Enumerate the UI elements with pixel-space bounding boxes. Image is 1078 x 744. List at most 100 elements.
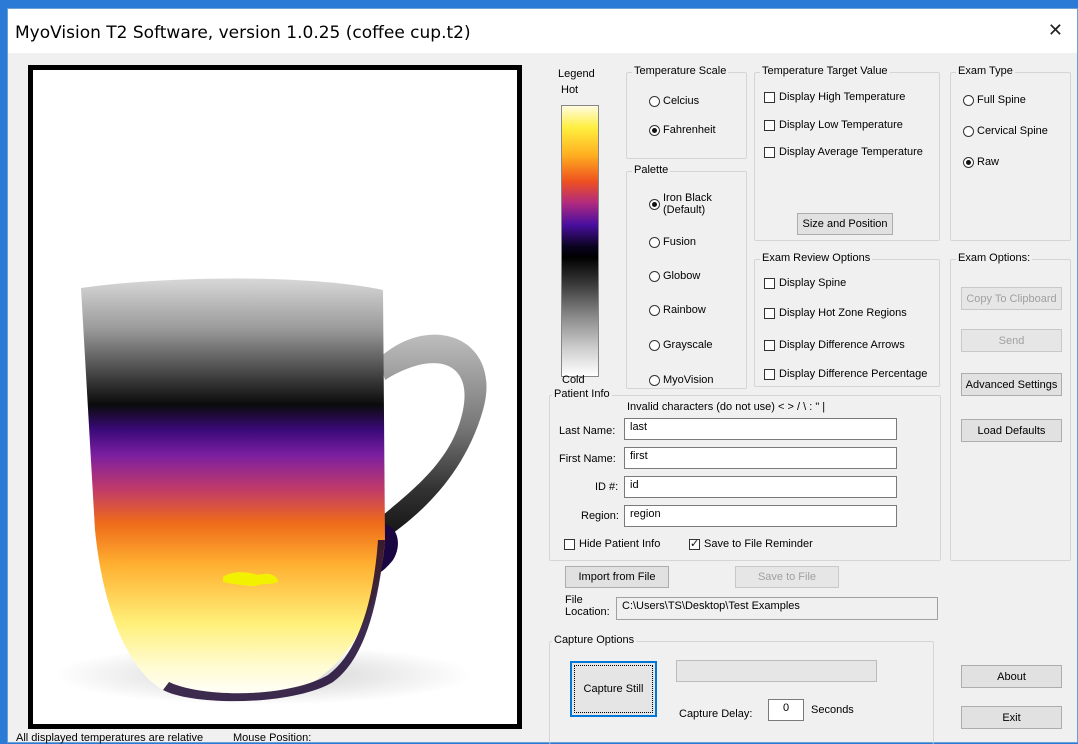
radio-globow[interactable]: Globow [649,270,700,282]
id-field[interactable]: id [624,476,897,498]
legend-label: Legend [558,68,595,80]
close-icon[interactable]: ✕ [1048,20,1063,41]
relative-temp-note: All displayed temperatures are relative [16,732,204,744]
capture-delay-label: Capture Delay: [679,708,753,720]
invalid-characters-note: Invalid characters (do not use) < > / \ … [627,401,826,413]
legend-color-bar [561,105,599,377]
radio-fahrenheit[interactable]: Fahrenheit [649,124,716,136]
save-to-file-button[interactable]: Save to File [735,566,839,588]
radio-fusion-dot [649,236,660,248]
check-hide-patient-info-box [564,538,575,550]
first-name-label: First Name: [559,453,616,465]
check-hide-patient-info[interactable]: Hide Patient Info [564,538,660,550]
patient-info-label: Patient Info [552,388,612,400]
radio-grayscale[interactable]: Grayscale [649,339,713,351]
radio-iron-black-dot [649,198,660,210]
temperature-target-label: Temperature Target Value [760,65,890,77]
title-bar: MyoVision T2 Software, version 1.0.25 (c… [8,9,1077,53]
check-diff-arrows[interactable]: Display Difference Arrows [764,339,905,351]
radio-full-spine[interactable]: Full Spine [963,94,1026,106]
check-high-temp[interactable]: Display High Temperature [764,91,905,103]
last-name-field[interactable]: last [624,418,897,440]
check-diff-percentage-label: Display Difference Percentage [779,368,928,380]
radio-grayscale-label: Grayscale [663,339,713,351]
copy-to-clipboard-button[interactable]: Copy To Clipboard [961,287,1062,310]
exam-type-label: Exam Type [956,65,1015,77]
main-window: MyoVision T2 Software, version 1.0.25 (c… [7,8,1078,744]
check-save-reminder[interactable]: Save to File Reminder [689,537,813,550]
coffee-cup-thermogram [53,278,487,705]
radio-iron-black[interactable]: Iron Black (Default) [649,192,712,216]
about-button[interactable]: About [961,665,1062,688]
radio-globow-label: Globow [663,270,701,282]
radio-cervical-spine-label: Cervical Spine [977,125,1048,137]
radio-globow-dot [649,270,660,282]
exam-review-label: Exam Review Options [760,252,873,264]
check-diff-arrows-label: Display Difference Arrows [779,339,905,351]
region-label: Region: [581,510,619,522]
radio-raw-dot [963,156,974,168]
seconds-label: Seconds [811,704,854,716]
advanced-settings-button[interactable]: Advanced Settings [961,373,1062,396]
check-save-reminder-label: Save to File Reminder [704,538,813,550]
cup-body [81,278,385,700]
check-display-spine[interactable]: Display Spine [764,277,846,289]
exam-type-group: Exam Type Full Spine Cervical Spine Raw [950,65,1071,241]
palette-label: Palette [632,164,671,176]
first-name-field[interactable]: first [624,447,897,469]
exam-options-label: Exam Options: [956,252,1033,264]
radio-fusion[interactable]: Fusion [649,236,696,248]
window-title: MyoVision T2 Software, version 1.0.25 (c… [15,23,471,43]
check-avg-temp[interactable]: Display Average Temperature [764,146,923,158]
check-hot-zone-box [764,307,775,319]
radio-celcius-label: Celcius [663,95,700,107]
check-diff-percentage-box [764,368,775,380]
check-high-temp-label: Display High Temperature [779,91,906,103]
radio-rainbow[interactable]: Rainbow [649,304,706,316]
check-hide-patient-info-label: Hide Patient Info [579,538,661,550]
check-low-temp-box [764,119,775,131]
check-display-spine-box [764,277,775,289]
radio-celcius-dot [649,95,660,107]
check-hot-zone[interactable]: Display Hot Zone Regions [764,307,907,319]
radio-raw[interactable]: Raw [963,156,999,168]
legend-cold-label: Cold [562,374,585,386]
check-save-reminder-box [689,537,700,550]
import-from-file-button[interactable]: Import from File [565,566,669,588]
check-avg-temp-box [764,146,775,158]
size-position-button[interactable]: Size and Position [797,213,893,235]
radio-iron-black-label: Iron Black (Default) [663,192,712,216]
check-diff-arrows-box [764,339,775,351]
capture-delay-field[interactable]: 0 [768,699,804,721]
check-low-temp[interactable]: Display Low Temperature [764,119,903,131]
radio-myovision[interactable]: MyoVision [649,374,714,386]
send-button[interactable]: Send [961,329,1062,352]
check-diff-percentage[interactable]: Display Difference Percentage [764,368,927,380]
radio-celcius[interactable]: Celcius [649,95,699,107]
radio-rainbow-label: Rainbow [663,304,706,316]
radio-full-spine-label: Full Spine [977,94,1026,106]
radio-myovision-dot [649,374,660,386]
exit-button[interactable]: Exit [961,706,1062,729]
capture-options-label: Capture Options [552,634,637,646]
check-avg-temp-label: Display Average Temperature [779,146,923,158]
capture-progress-bar [676,660,877,682]
radio-grayscale-dot [649,339,660,351]
exam-review-group: Exam Review Options Display Spine Displa… [754,252,940,387]
mouse-position-label: Mouse Position: [233,732,312,744]
thermal-image [28,65,522,729]
file-location-field[interactable]: C:\Users\TS\Desktop\Test Examples [616,597,938,620]
id-label: ID #: [595,481,619,493]
region-field[interactable]: region [624,505,897,527]
check-hot-zone-label: Display Hot Zone Regions [779,307,907,319]
radio-rainbow-dot [649,304,660,316]
radio-cervical-spine[interactable]: Cervical Spine [963,125,1048,137]
load-defaults-button[interactable]: Load Defaults [961,419,1062,442]
radio-raw-label: Raw [977,156,1000,168]
radio-full-spine-dot [963,94,974,106]
cup-handle [377,334,487,540]
palette-group: Palette Iron Black (Default) Fusion Glob… [626,164,747,389]
legend-hot-label: Hot [561,84,579,96]
capture-still-button[interactable]: Capture Still [570,661,657,717]
radio-myovision-label: MyoVision [663,374,714,386]
